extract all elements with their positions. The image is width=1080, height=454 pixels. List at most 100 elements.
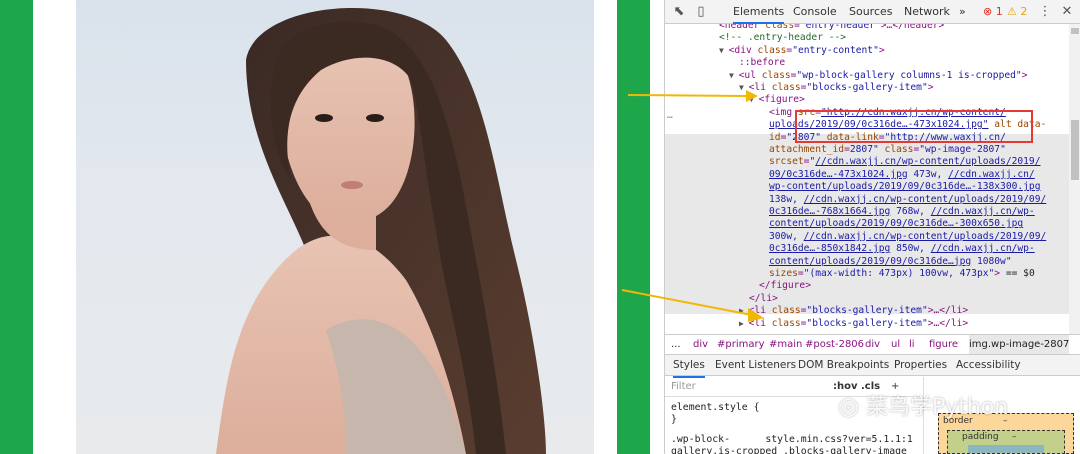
token: //cdn.waxjj.cn/wp- bbox=[930, 243, 1035, 255]
token: 768w, bbox=[890, 206, 931, 217]
breadcrumb-item[interactable]: figure bbox=[929, 335, 958, 354]
dom-line[interactable]: ▼ <li class="blocks-gallery-item"> bbox=[739, 82, 934, 94]
style-rule-line[interactable]: gallery.is-cropped .blocks-gallery-image bbox=[671, 446, 907, 454]
breadcrumb-item[interactable]: #primary bbox=[717, 335, 765, 354]
warning-count-badge[interactable]: ⚠ 2 bbox=[1007, 0, 1027, 24]
scrollbar-arrow-up-icon[interactable] bbox=[1071, 28, 1079, 34]
row-ellipsis-icon[interactable]: … bbox=[667, 110, 673, 122]
dom-line[interactable]: ▶ <li class="blocks-gallery-item">…</li> bbox=[739, 318, 968, 330]
dom-line[interactable]: ▼ <ul class="wp-block-gallery columns-1 … bbox=[729, 70, 1027, 82]
error-count: 1 bbox=[995, 5, 1003, 18]
token: >…</header> bbox=[880, 24, 945, 31]
portrait-photo bbox=[76, 0, 594, 454]
expand-triangle-icon[interactable]: ▼ bbox=[729, 71, 739, 80]
token: 473w, bbox=[907, 168, 949, 180]
token: class bbox=[757, 44, 787, 56]
token: class bbox=[771, 305, 801, 317]
img-src-highlight-box bbox=[795, 110, 1033, 143]
expand-triangle-icon[interactable]: ▼ bbox=[719, 46, 729, 55]
dom-line[interactable]: 300w, //cdn.waxjj.cn/wp-content/uploads/… bbox=[769, 231, 1046, 243]
box-padding[interactable]: padding – bbox=[947, 430, 1065, 454]
arrow-to-next-li-icon bbox=[621, 288, 764, 322]
box-content bbox=[968, 445, 1044, 453]
token: 09/0c316de…-473x1024.jpg bbox=[769, 168, 908, 180]
subtab-dom-breakpoints[interactable]: DOM Breakpoints bbox=[798, 355, 889, 376]
token: <img bbox=[769, 106, 798, 118]
breadcrumb: ... div #primary #main #post-2806 div ul li figu… bbox=[665, 334, 1080, 354]
device-toolbar-icon[interactable]: ▯ bbox=[693, 4, 709, 20]
dom-line[interactable]: ▼ <div class="entry-content"> bbox=[719, 45, 885, 57]
token: 0c316de…-850x1842.jpg bbox=[769, 243, 891, 255]
tab-elements[interactable]: Elements bbox=[733, 0, 785, 24]
token: wp-content/uploads/2019/09/0c316de…-138x… bbox=[769, 181, 1041, 193]
more-tabs-button[interactable]: » bbox=[959, 0, 966, 24]
token: "blocks-gallery-item" bbox=[806, 305, 928, 317]
dom-line[interactable]: <!-- .entry-header --> bbox=[719, 32, 846, 44]
error-count-badge[interactable]: ⊗ 1 bbox=[983, 0, 1003, 24]
token: 850w, bbox=[890, 243, 931, 255]
tab-console[interactable]: Console bbox=[793, 0, 837, 24]
breadcrumb-item[interactable]: li bbox=[909, 335, 915, 354]
dom-line[interactable]: wp-content/uploads/2019/09/0c316de…-138x… bbox=[769, 181, 1040, 193]
close-icon[interactable]: ✕ bbox=[1059, 4, 1075, 20]
token: //cdn.waxjj.cn/wp- bbox=[930, 206, 1035, 217]
token: "blocks-gallery-item" bbox=[806, 82, 928, 93]
token: >…</li> bbox=[927, 317, 969, 329]
subtab-styles[interactable]: Styles bbox=[673, 355, 705, 378]
dom-line[interactable]: 09/0c316de…-473x1024.jpg 473w, //cdn.wax… bbox=[769, 169, 1035, 181]
token: attachment_id bbox=[769, 144, 845, 155]
inspect-element-icon[interactable]: ⬉ bbox=[671, 4, 687, 20]
token: class bbox=[884, 144, 914, 155]
breadcrumb-item[interactable]: div bbox=[693, 335, 708, 354]
dom-line[interactable]: content/uploads/2019/09/0c316de…-300x650… bbox=[769, 218, 1023, 230]
dom-line[interactable]: ::before bbox=[739, 57, 785, 69]
token: <!-- .entry-header --> bbox=[719, 32, 847, 44]
breadcrumb-item[interactable]: ul bbox=[891, 335, 900, 354]
style-rule-line[interactable]: .wp-block- style.min.css?ver=5.1.1:1 bbox=[671, 434, 913, 446]
breadcrumb-item[interactable]: div bbox=[865, 335, 880, 354]
breadcrumb-item[interactable]: ... bbox=[671, 335, 681, 354]
dom-line[interactable]: </figure> bbox=[759, 280, 811, 292]
kebab-menu-icon[interactable]: ⋮ bbox=[1037, 4, 1053, 20]
dom-line[interactable]: content/uploads/2019/09/0c316de…jpg 1080… bbox=[769, 256, 1012, 268]
warning-count: 2 bbox=[1020, 5, 1028, 18]
tab-sources[interactable]: Sources bbox=[849, 0, 893, 24]
token: 300w, bbox=[769, 230, 804, 242]
box-padding-value: – bbox=[1012, 432, 1017, 442]
token: > bbox=[878, 44, 885, 56]
subtab-event-listeners[interactable]: Event Listeners bbox=[715, 355, 796, 376]
dom-line[interactable]: 0c316de…-768x1664.jpg 768w, //cdn.waxjj.… bbox=[769, 206, 1035, 218]
tab-network[interactable]: Network bbox=[904, 0, 950, 24]
breadcrumb-item[interactable]: img.wp-image-2807 bbox=[969, 335, 1070, 354]
token: "blocks-gallery-item" bbox=[806, 317, 928, 329]
token: "(max-width: 473px) 100vw, 473px" bbox=[803, 268, 995, 279]
dom-line[interactable]: sizes="(max-width: 473px) 100vw, 473px">… bbox=[769, 268, 1035, 280]
portrait-illustration bbox=[216, 8, 546, 454]
style-rule-line[interactable]: } bbox=[671, 414, 677, 426]
token: //cdn.waxjj.cn/wp-content/uploads/2019/ bbox=[815, 156, 1041, 168]
token: <ul bbox=[738, 69, 762, 81]
token: <header bbox=[719, 24, 766, 31]
token: class bbox=[761, 69, 791, 81]
subtab-accessibility[interactable]: Accessibility bbox=[956, 355, 1021, 376]
token: </figure> bbox=[759, 280, 811, 292]
watermark: ◎ 菜鸟学Python bbox=[838, 388, 1078, 424]
right-green-bar bbox=[617, 0, 650, 454]
subtab-properties[interactable]: Properties bbox=[894, 355, 947, 376]
dom-line[interactable]: <header class="entry-header">…</header> bbox=[719, 24, 944, 32]
dom-line[interactable]: 138w, //cdn.waxjj.cn/wp-content/uploads/… bbox=[769, 194, 1046, 206]
style-rule-line[interactable]: element.style { bbox=[671, 402, 759, 414]
token: srcset bbox=[769, 156, 804, 168]
dom-line[interactable]: ▶ <li class="blocks-gallery-item">…</li> bbox=[739, 305, 968, 317]
token: 1080w" bbox=[971, 255, 1012, 267]
styles-subtabs: Styles Event Listeners DOM Breakpoints Prop… bbox=[665, 354, 1080, 378]
breadcrumb-item[interactable]: #main bbox=[769, 335, 802, 354]
arrow-to-li-icon bbox=[627, 88, 758, 102]
token: ::before bbox=[739, 57, 786, 69]
styles-filter-input[interactable]: Filter bbox=[671, 377, 696, 397]
breadcrumb-item[interactable]: #post-2806 bbox=[805, 335, 864, 354]
dom-line[interactable]: srcset="//cdn.waxjj.cn/wp-content/upload… bbox=[769, 156, 1040, 168]
dom-line[interactable]: 0c316de…-850x1842.jpg 850w, //cdn.waxjj.… bbox=[769, 243, 1035, 255]
scrollbar-thumb[interactable] bbox=[1071, 120, 1079, 180]
dom-line[interactable]: attachment_id=2807" class="wp-image-2807… bbox=[769, 144, 1006, 156]
